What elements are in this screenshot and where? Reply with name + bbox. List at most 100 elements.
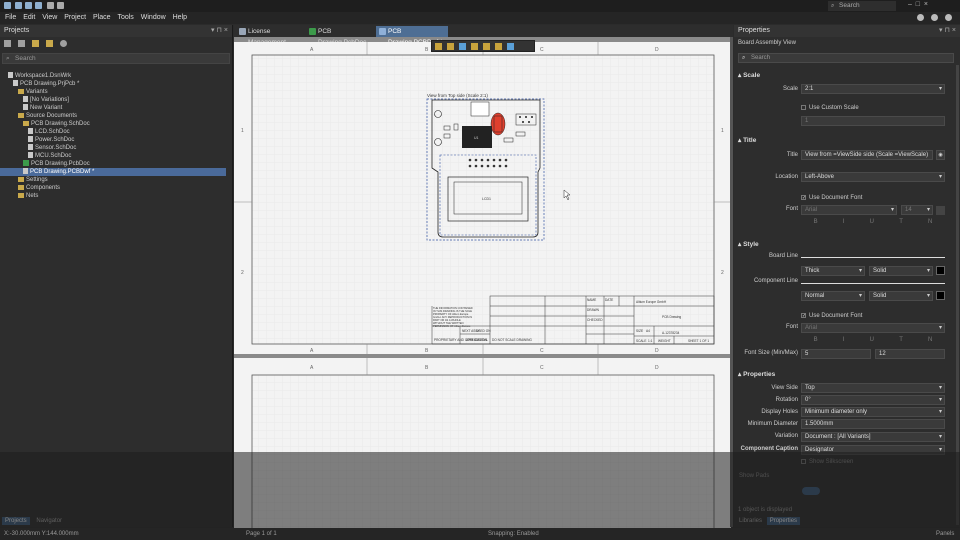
scale-dropdown[interactable]: 2:1 [801, 84, 945, 94]
project-tree-item[interactable]: Source Documents [0, 112, 232, 120]
filter-icon[interactable] [435, 43, 442, 50]
project-tree-item[interactable]: PCB Drawing.PcbDoc [0, 160, 232, 168]
panel-pin-icon[interactable]: ▾ ⊓ × [211, 25, 228, 37]
project-tree-item[interactable]: PCB Drawing.PrjPcb * [0, 80, 232, 88]
normal-button[interactable]: N [928, 219, 932, 225]
menu-edit[interactable]: Edit [23, 12, 35, 24]
user-icon[interactable] [945, 14, 952, 21]
project-tree-item[interactable]: Components [0, 184, 232, 192]
tab-libraries[interactable]: Libraries [736, 517, 765, 525]
font-size-min-input[interactable]: 5 [801, 349, 871, 359]
document-scrollbar[interactable] [730, 37, 733, 527]
italic-button[interactable]: I [843, 219, 845, 225]
undo-icon[interactable] [47, 2, 54, 9]
open-folder-icon[interactable] [32, 40, 39, 47]
title-font-size-dropdown[interactable]: 14 [901, 205, 933, 215]
panel-pin-icon[interactable]: ▾ ⊓ × [939, 25, 956, 37]
project-tree-item[interactable]: MCU.SchDoc [0, 152, 232, 160]
project-tree-item[interactable]: Nets [0, 192, 232, 200]
show-pads-toggle[interactable] [802, 487, 820, 495]
properties-search-input[interactable]: ⌕ Search [738, 53, 954, 63]
location-dropdown[interactable]: Left-Above [801, 172, 945, 182]
table-icon[interactable] [471, 43, 478, 50]
eye-icon[interactable]: ◉ [936, 150, 945, 160]
title-use-document-font-checkbox[interactable]: ✓ Use Document Font [801, 195, 862, 201]
dimension-icon[interactable] [447, 43, 454, 50]
open-icon[interactable] [35, 2, 42, 9]
gear-icon[interactable] [917, 14, 925, 21]
drawing-sheet-1[interactable]: A B C D A B C D 1 2 1 2 View from Top si… [234, 42, 731, 354]
menu-view[interactable]: View [42, 12, 57, 24]
project-tree-item[interactable]: PCB Drawing.SchDoc [0, 120, 232, 128]
text-icon[interactable] [495, 43, 502, 50]
menu-place[interactable]: Place [93, 12, 111, 24]
line-icon[interactable] [483, 43, 490, 50]
component-caption-dropdown[interactable]: Designator [801, 445, 945, 455]
tab-properties[interactable]: Properties [766, 517, 801, 525]
project-tree-item[interactable]: LCD.SchDoc [0, 128, 232, 136]
board-line-style-dropdown[interactable]: Solid [869, 266, 933, 276]
project-tree-item[interactable]: [No Variations] [0, 96, 232, 104]
font-size-max-input[interactable]: 12 [875, 349, 945, 359]
view-side-dropdown[interactable]: Top [801, 383, 945, 393]
project-tree-item[interactable]: Sensor.SchDoc [0, 144, 232, 152]
tab-license-management[interactable]: License Management [236, 26, 304, 46]
style-strike-button[interactable]: T [899, 337, 903, 343]
display-holes-dropdown[interactable]: Minimum diameter only [801, 407, 945, 417]
style-italic-button[interactable]: I [843, 337, 845, 343]
strike-button[interactable]: T [899, 219, 903, 225]
project-tree-item[interactable]: New Variant [0, 104, 232, 112]
component-line-style-dropdown[interactable]: Solid [869, 291, 933, 301]
menu-help[interactable]: Help [173, 12, 187, 24]
add-document-icon[interactable] [18, 40, 25, 47]
style-normal-button[interactable]: N [928, 337, 932, 343]
style-use-document-font-checkbox[interactable]: ✓ Use Document Font [801, 313, 862, 319]
menu-file[interactable]: File [5, 12, 16, 24]
notification-icon[interactable] [931, 14, 939, 21]
style-bold-button[interactable]: B [814, 337, 818, 343]
min-diameter-input[interactable]: 1.5000mm [801, 419, 945, 429]
show-silkscreen-checkbox[interactable]: Show Silkscreen [801, 459, 853, 465]
menu-tools[interactable]: Tools [117, 12, 133, 24]
drawing-sheet-2[interactable]: A B C D [234, 358, 731, 536]
tab-pcb-drawing[interactable]: PCB Drawing.PCBDwf * [376, 26, 448, 46]
style-section-header[interactable]: ▴ Style [734, 239, 759, 250]
board-line-weight-dropdown[interactable]: Thick [801, 266, 865, 276]
board-line-color-swatch[interactable] [936, 266, 945, 275]
pen-icon[interactable] [507, 43, 514, 50]
project-tree-item[interactable]: PCB Drawing.PCBDwf * [0, 168, 226, 176]
custom-scale-input[interactable]: 1 [801, 116, 945, 126]
settings-icon[interactable] [60, 40, 67, 47]
title-font-dropdown[interactable]: Arial [801, 205, 897, 215]
rotation-dropdown[interactable]: 0° [801, 395, 945, 405]
projects-search-input[interactable]: ⌕ Search [2, 53, 230, 64]
global-search-input[interactable]: ⌕ Search [828, 1, 896, 11]
project-tree-item[interactable]: Power.SchDoc [0, 136, 232, 144]
project-tree-item[interactable]: Variants [0, 88, 232, 96]
properties-scrollbar[interactable] [956, 65, 959, 525]
underline-button[interactable]: U [870, 219, 874, 225]
drawing-canvas[interactable]: A B C D A B C D 1 2 1 2 View from Top si… [234, 42, 731, 354]
save-project-icon[interactable] [4, 40, 11, 47]
component-line-weight-dropdown[interactable]: Normal [801, 291, 865, 301]
window-controls[interactable]: – □ × [908, 1, 948, 8]
title-font-color-swatch[interactable] [936, 206, 945, 215]
scale-section-header[interactable]: ▴ Scale [734, 70, 760, 81]
style-underline-button[interactable]: U [870, 337, 874, 343]
variation-dropdown[interactable]: Document : [All Variants] [801, 432, 945, 442]
properties-section-header[interactable]: ▴ Properties [734, 369, 775, 380]
panels-button[interactable]: Panels [936, 528, 954, 540]
redo-icon[interactable] [57, 2, 64, 9]
tab-navigator[interactable]: Navigator [33, 517, 65, 525]
close-folder-icon[interactable] [46, 40, 53, 47]
save-all-icon[interactable] [25, 2, 32, 9]
style-font-dropdown[interactable]: Arial [801, 323, 945, 333]
save-icon[interactable] [15, 2, 22, 9]
component-line-color-swatch[interactable] [936, 291, 945, 300]
project-tree-item[interactable]: Settings [0, 176, 232, 184]
use-custom-scale-checkbox[interactable]: Use Custom Scale [801, 105, 859, 111]
title-section-header[interactable]: ▴ Title [734, 135, 756, 146]
drawing-canvas-2[interactable]: A B C D [234, 358, 731, 536]
tab-pcb-doc[interactable]: PCB Drawing.PcbDoc [306, 26, 374, 46]
bold-button[interactable]: B [814, 219, 818, 225]
